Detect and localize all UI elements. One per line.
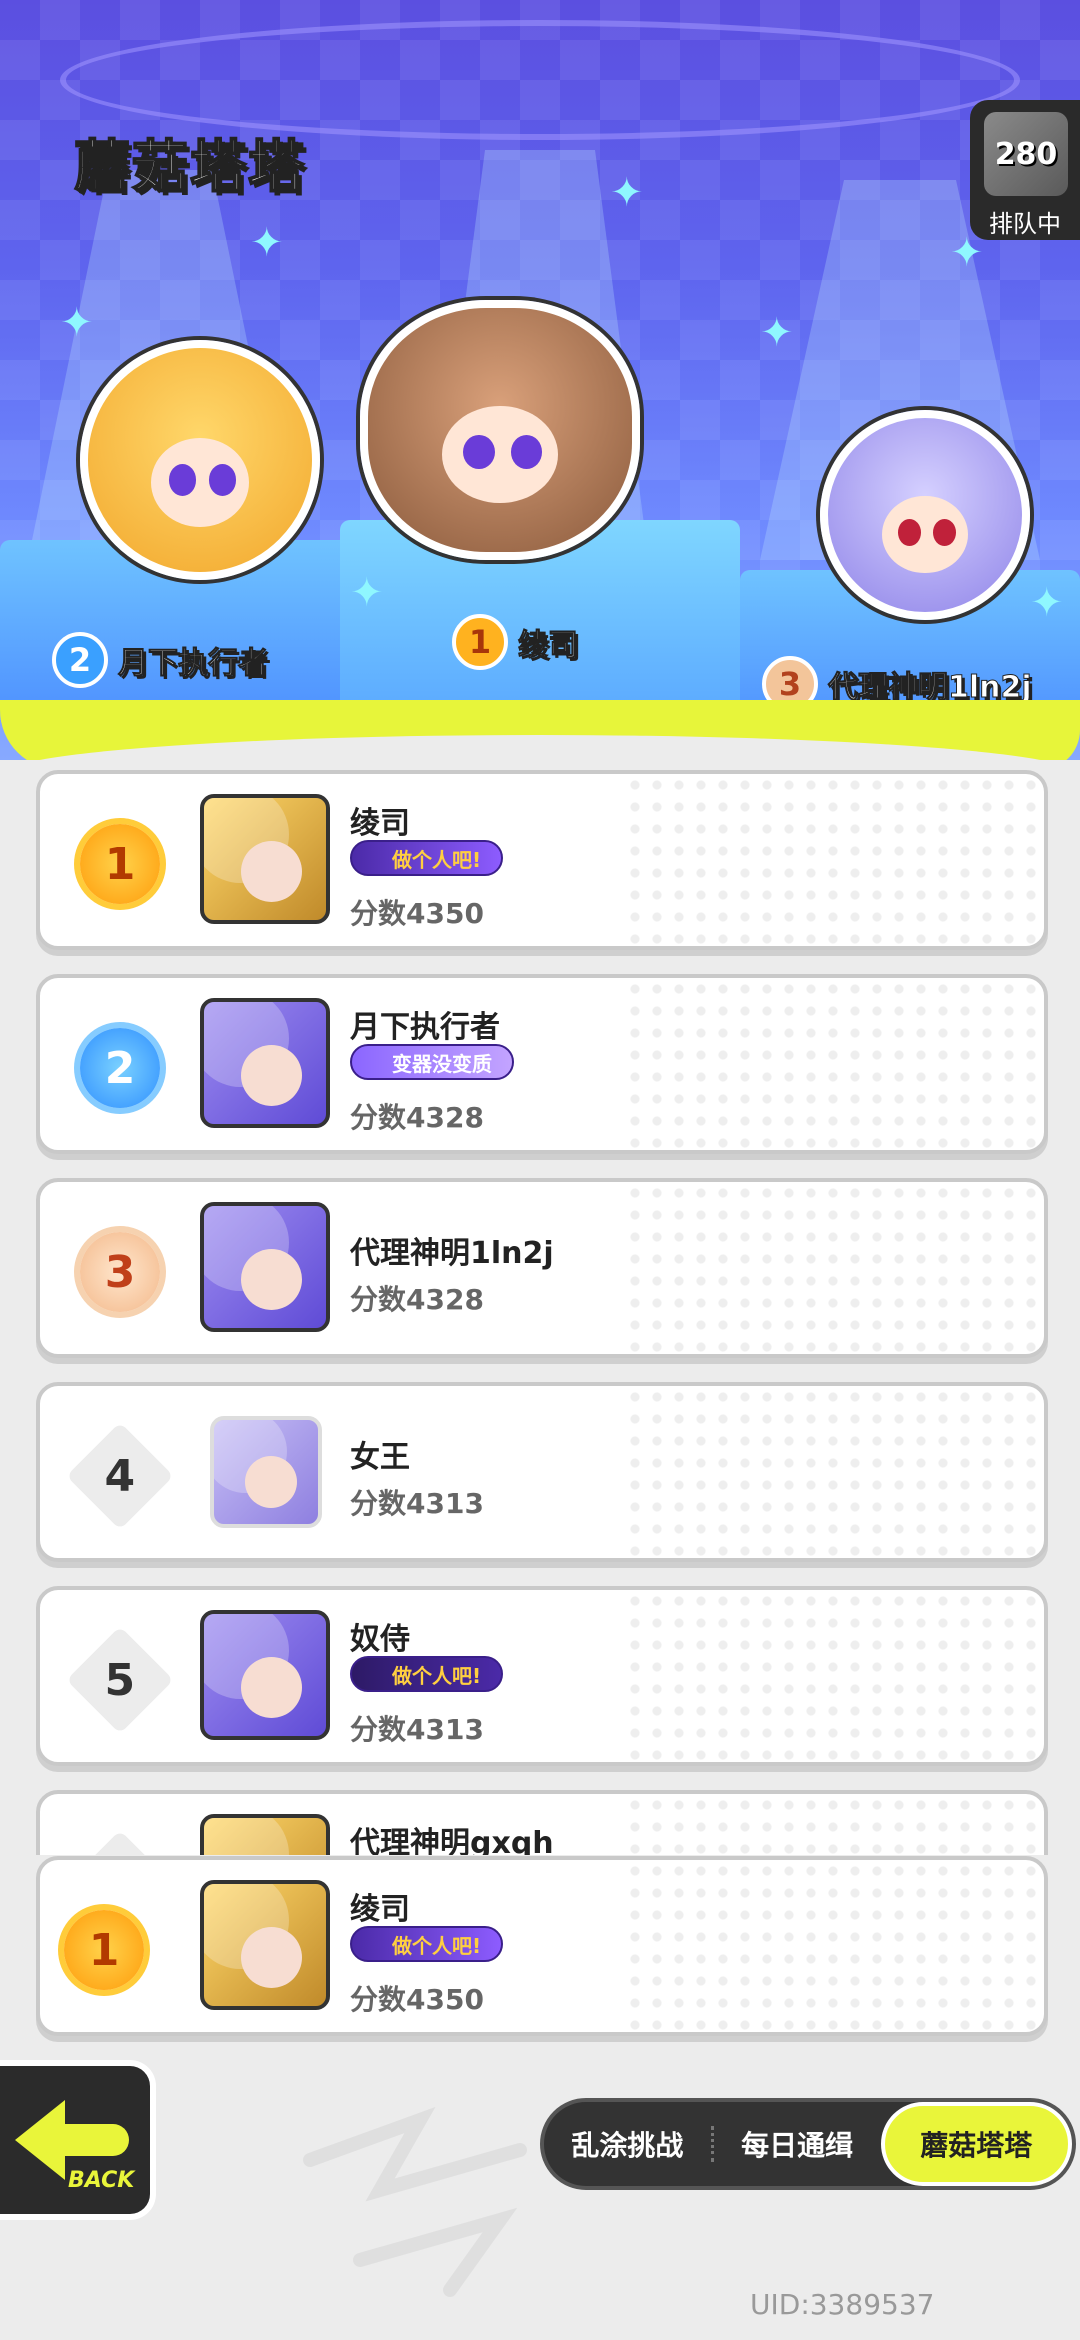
podium-avatar-3[interactable] (820, 410, 1030, 620)
rank-medal-icon: 1 (452, 614, 508, 670)
podium-avatar-1[interactable] (360, 300, 640, 560)
podium-avatar-2[interactable] (80, 340, 320, 580)
podium-stage: ✦ ✦ ✦ ✦ ✦ ✦ ✦ 2 月下执行者 1 绫司 3 代理神明1ln2j (0, 0, 1080, 760)
rank-badge: 1 (70, 814, 170, 914)
mode-tab-bar: 乱涂挑战 每日通缉 蘑菇塔塔 (540, 2098, 1076, 2190)
player-score: 分数4350 (350, 897, 484, 930)
player-score: 分数4328 (350, 1283, 484, 1316)
podium-label-2: 2 月下执行者 (52, 632, 269, 688)
player-score: 分数4313 (350, 1713, 484, 1746)
tab-mushroom-tower[interactable]: 蘑菇塔塔 (880, 2102, 1073, 2186)
avatar[interactable] (210, 1416, 322, 1528)
avatar[interactable] (200, 998, 330, 1128)
player-title-tag: 做个人吧! (350, 1656, 504, 1692)
player-score: 分数4328 (350, 1101, 484, 1134)
sparkle-icon: ✦ (1030, 580, 1064, 626)
rank-badge: 1 (54, 1900, 154, 2000)
player-title-tag: 做个人吧! (350, 1926, 504, 1962)
page-title: 蘑菇塔塔 (73, 134, 306, 201)
gold-medal-icon: 1 (80, 824, 160, 904)
rank-badge: 4 (66, 1422, 174, 1530)
silver-star-icon: 2 (80, 1028, 160, 1108)
player-name: 绫司 (350, 806, 410, 841)
queue-avatar: 280 (984, 112, 1068, 196)
leaderboard-row[interactable]: 代理神明gxqh (36, 1790, 1048, 1855)
rank-badge (66, 1830, 174, 1855)
queue-indicator[interactable]: 280 排队中 (970, 100, 1080, 240)
avatar[interactable] (200, 1814, 330, 1855)
leaderboard-row[interactable]: 2 月下执行者 变器没变质 分数4328 (36, 974, 1048, 1154)
leaderboard-row[interactable]: 1 绫司 做个人吧! 分数4350 (36, 770, 1048, 950)
rank-badge: 2 (70, 1018, 170, 1118)
avatar[interactable] (200, 1880, 330, 2010)
leaderboard-row[interactable]: 5 奴侍 做个人吧! 分数4313 (36, 1586, 1048, 1766)
queue-label: 排队中 (989, 210, 1061, 238)
rank-diamond-icon: 4 (66, 1422, 174, 1530)
leaderboard-row[interactable]: 3 代理神明1ln2j 分数4328 (36, 1178, 1048, 1358)
sparkle-icon: ✦ (60, 300, 94, 346)
player-name: 奴侍 (350, 1622, 410, 1657)
tab-daily-wanted[interactable]: 每日通缉 (714, 2102, 881, 2186)
podium-label-1: 1 绫司 (452, 614, 579, 670)
back-button[interactable]: BACK (0, 2060, 156, 2220)
tab-doodle-challenge[interactable]: 乱涂挑战 (544, 2102, 711, 2186)
user-id: UID:3389537 (750, 2288, 935, 2321)
sparkle-icon: ✦ (350, 570, 384, 616)
podium-name: 绫司 (518, 628, 579, 664)
avatar[interactable] (200, 1202, 330, 1332)
sparkle-icon: ✦ (610, 170, 644, 216)
player-name: 代理神明gxqh (350, 1826, 554, 1855)
my-rank-row[interactable]: 1 绫司 做个人吧! 分数4350 (36, 1856, 1048, 2036)
rank-badge: 3 (70, 1222, 170, 1322)
sparkle-icon: ✦ (250, 220, 284, 266)
player-name: 月下执行者 (350, 1010, 500, 1045)
player-name: 代理神明1ln2j (350, 1236, 554, 1271)
player-title-tag: 做个人吧! (350, 840, 504, 876)
avatar[interactable] (200, 794, 330, 924)
avatar[interactable] (200, 1610, 330, 1740)
player-title-tag: 变器没变质 (350, 1044, 514, 1080)
background-scribble (303, 2106, 527, 2297)
player-score: 分数4350 (350, 1983, 484, 2016)
podium-name: 月下执行者 (118, 646, 269, 682)
rank-medal-icon: 2 (52, 632, 108, 688)
leaderboard-list[interactable]: 1 绫司 做个人吧! 分数4350 2 月下执行者 变器没变质 分数4328 3… (36, 770, 1048, 1855)
rank-diamond-icon: 5 (66, 1626, 174, 1734)
gold-medal-icon: 1 (64, 1910, 144, 1990)
back-label: BACK (68, 2168, 135, 2193)
rank-diamond-icon (66, 1830, 174, 1855)
sparkle-icon: ✦ (760, 310, 794, 356)
rank-badge: 5 (66, 1626, 174, 1734)
player-name: 女王 (350, 1440, 410, 1475)
leaderboard-row[interactable]: 4 女王 分数4313 (36, 1382, 1048, 1562)
bronze-badge-icon: 3 (80, 1232, 160, 1312)
player-name: 绫司 (350, 1892, 410, 1927)
player-score: 分数4313 (350, 1487, 484, 1520)
